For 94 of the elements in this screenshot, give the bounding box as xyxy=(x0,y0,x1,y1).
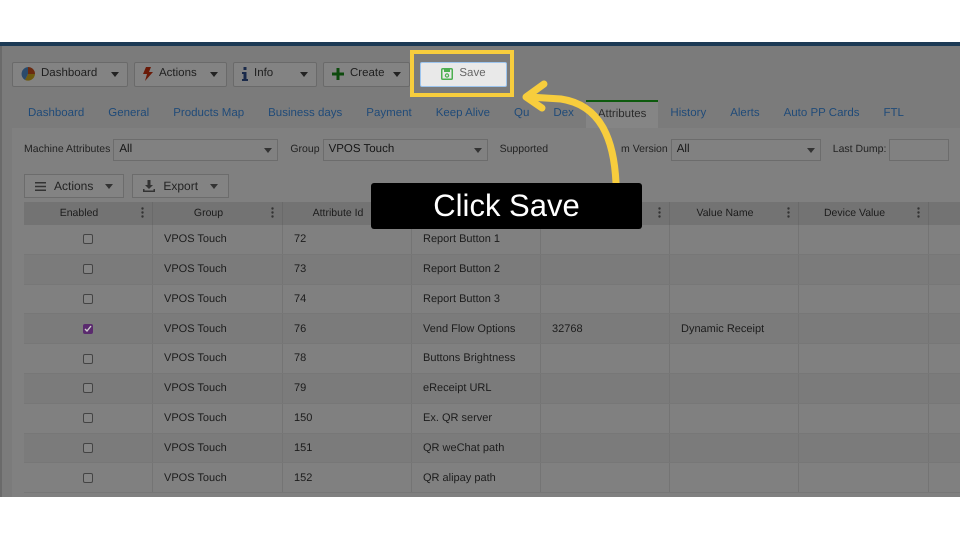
tab[interactable]: Products Map xyxy=(161,100,256,128)
dropdown-button[interactable]: Info xyxy=(233,62,317,86)
dropdown-button[interactable]: Actions xyxy=(134,62,227,86)
table-cell-text: 78 xyxy=(294,351,306,366)
checkbox[interactable] xyxy=(83,413,93,424)
column-header: Group xyxy=(194,206,224,221)
column-menu-icon[interactable] xyxy=(141,207,144,218)
column-header: Device Value xyxy=(824,206,886,221)
table-cell-text: 76 xyxy=(294,322,306,337)
table-cell-text: VPOS Touch xyxy=(164,351,227,366)
table-cell-text: 73 xyxy=(294,262,306,277)
column-header: Enabled xyxy=(60,206,98,221)
column-menu-icon[interactable] xyxy=(271,207,274,218)
caret-icon xyxy=(393,72,401,76)
table-cell-text: 152 xyxy=(294,470,312,486)
tab[interactable]: Qu xyxy=(502,100,542,128)
caret-icon xyxy=(210,184,218,188)
dropdown-button[interactable]: Export xyxy=(132,174,230,198)
tab[interactable]: Dex xyxy=(541,100,586,128)
column-header: Value Name xyxy=(696,206,754,221)
checkbox[interactable] xyxy=(83,442,93,453)
dropdown-button[interactable]: Create xyxy=(323,62,410,86)
dropdown-button[interactable]: Actions xyxy=(24,174,124,198)
table-cell-text: VPOS Touch xyxy=(164,322,227,337)
table-cell-text: VPOS Touch xyxy=(164,381,227,396)
filter-label: Machine Attributes xyxy=(24,142,110,158)
tab[interactable]: FTL xyxy=(871,100,916,128)
table-cell-text: eReceipt URL xyxy=(423,381,492,396)
menu-icon xyxy=(35,182,46,190)
table-cell-text: 74 xyxy=(294,292,306,307)
column-menu-icon[interactable] xyxy=(917,207,920,218)
checkbox[interactable] xyxy=(83,234,93,244)
table-cell-text: QR alipay path xyxy=(423,470,496,486)
caret-icon xyxy=(806,148,815,152)
caret-icon xyxy=(210,72,218,76)
select-field[interactable]: All xyxy=(670,139,821,161)
column-menu-icon[interactable] xyxy=(787,207,790,218)
tab[interactable]: Payment xyxy=(354,100,424,128)
download-icon xyxy=(143,180,156,192)
caret-icon xyxy=(300,72,308,76)
checkbox[interactable] xyxy=(83,264,93,274)
table-cell-text: Report Button 3 xyxy=(423,292,500,307)
checkbox[interactable] xyxy=(83,294,93,304)
checkbox[interactable] xyxy=(83,383,93,394)
filter-label: Supported xyxy=(500,142,548,158)
check-icon xyxy=(84,324,92,333)
table-cell-text: VPOS Touch xyxy=(164,292,227,307)
info-icon xyxy=(242,67,248,81)
table-cell-text: Ex. QR server xyxy=(423,410,492,426)
table-cell-text: 72 xyxy=(294,232,306,248)
toolbar-button[interactable]: Save xyxy=(420,62,507,86)
save-icon xyxy=(441,68,454,80)
select-field[interactable]: VPOS Touch xyxy=(322,139,488,161)
select-field[interactable]: All xyxy=(113,139,278,161)
tab[interactable]: Keep Alive xyxy=(424,100,502,128)
tab[interactable]: General xyxy=(96,100,162,128)
callout: Click Save xyxy=(371,183,642,229)
table-cell-text: 32768 xyxy=(552,322,583,337)
dropdown-button[interactable]: Dashboard xyxy=(12,62,128,86)
filter-label: Last Dump: xyxy=(832,142,886,158)
table-cell-text: VPOS Touch xyxy=(164,232,227,248)
table-cell-text: Report Button 1 xyxy=(423,232,500,248)
caret-icon xyxy=(111,72,119,76)
table-cell-text: Buttons Brightness xyxy=(423,351,516,366)
table-cell-text: QR weChat path xyxy=(423,440,504,456)
table-cell-text: 151 xyxy=(294,440,312,456)
tab[interactable]: Auto PP Cards xyxy=(772,100,872,128)
table-cell-text: 79 xyxy=(294,381,306,396)
tab[interactable]: Alerts xyxy=(718,100,772,128)
checkbox[interactable] xyxy=(83,324,93,334)
lightning-icon xyxy=(143,67,153,81)
caret-icon xyxy=(264,148,272,152)
table-cell-text: VPOS Touch xyxy=(164,262,227,277)
table-cell-text: Dynamic Receipt xyxy=(681,322,764,337)
caret-icon xyxy=(474,148,482,152)
filter-label: Group xyxy=(290,142,320,158)
filter-label: m Version xyxy=(621,142,668,158)
caret-icon xyxy=(105,184,114,188)
column-header: Attribute Id xyxy=(312,206,364,221)
table-cell-text: VPOS Touch xyxy=(164,470,227,486)
table-cell-text: Report Button 2 xyxy=(423,262,500,277)
checkbox[interactable] xyxy=(83,354,93,364)
table-cell-text: VPOS Touch xyxy=(164,440,227,456)
table-cell-text: Vend Flow Options xyxy=(423,322,516,337)
table-cell-text: VPOS Touch xyxy=(164,410,227,426)
tab[interactable]: Attributes xyxy=(586,100,658,128)
tab[interactable]: History xyxy=(658,100,718,128)
pie-chart-icon xyxy=(21,67,35,81)
tab[interactable]: Dashboard xyxy=(16,100,96,128)
plus-icon xyxy=(332,68,344,80)
table-cell-text: 150 xyxy=(294,410,312,426)
column-menu-icon[interactable] xyxy=(658,207,661,218)
checkbox[interactable] xyxy=(83,472,93,483)
tab[interactable]: Business days xyxy=(256,100,354,128)
